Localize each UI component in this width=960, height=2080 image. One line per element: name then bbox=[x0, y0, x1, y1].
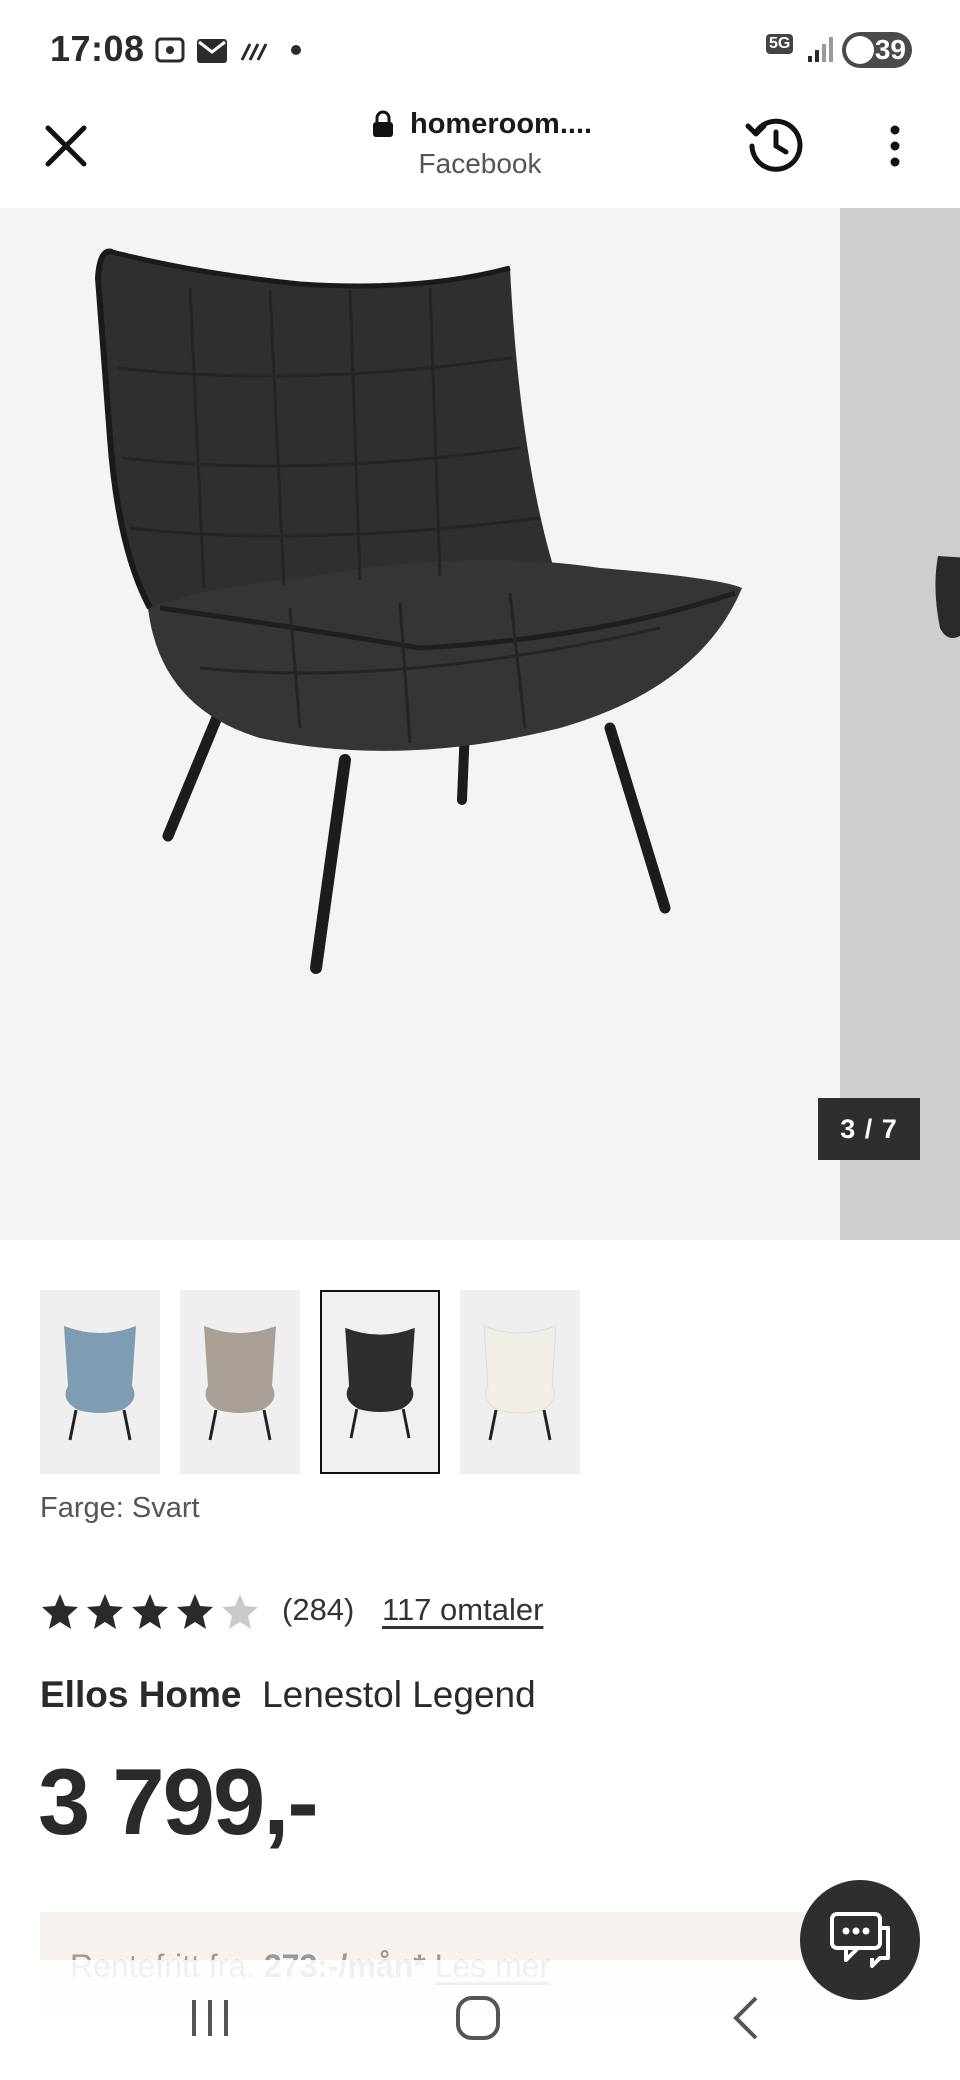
star-icon bbox=[87, 1594, 123, 1629]
product-image bbox=[94, 248, 742, 974]
close-icon[interactable] bbox=[38, 118, 94, 174]
product-name: Lenestol Legend bbox=[262, 1674, 536, 1715]
url-host[interactable]: homeroom.... bbox=[410, 108, 650, 141]
home-icon[interactable] bbox=[454, 1994, 502, 2042]
battery-level: 39 bbox=[874, 34, 906, 65]
thumbnail-color-black[interactable] bbox=[320, 1290, 440, 1474]
star-icon bbox=[42, 1594, 78, 1629]
lock-icon bbox=[373, 110, 393, 137]
reviews-link[interactable]: 117 omtaler bbox=[382, 1592, 543, 1628]
thumbnail-color-blue[interactable] bbox=[40, 1290, 160, 1474]
image-counter: 3 / 7 bbox=[818, 1098, 920, 1160]
thumbnail-color-beige[interactable] bbox=[180, 1290, 300, 1474]
screenshot-icon bbox=[155, 37, 185, 63]
signal-bars-icon bbox=[808, 37, 833, 62]
more-vert-icon[interactable] bbox=[880, 118, 910, 174]
thumbnail-image bbox=[204, 1326, 276, 1441]
star-icon bbox=[132, 1594, 168, 1629]
status-time: 17:08 bbox=[50, 28, 145, 69]
recents-icon[interactable] bbox=[188, 1994, 232, 2042]
star-icon bbox=[177, 1594, 213, 1629]
5g-icon: 5G bbox=[766, 34, 794, 54]
star-half-icon bbox=[222, 1594, 258, 1629]
thumbnail-image bbox=[483, 1325, 557, 1441]
signal-strikes-icon bbox=[240, 43, 268, 61]
back-icon[interactable] bbox=[728, 1994, 764, 2042]
thumbnail-color-white[interactable] bbox=[460, 1290, 580, 1474]
product-title: Ellos Home Lenestol Legend bbox=[40, 1674, 536, 1716]
rating-stars bbox=[42, 1594, 258, 1629]
chat-bubbles-icon bbox=[830, 1912, 890, 1968]
thumbnail-image bbox=[345, 1327, 415, 1439]
rating-count: (284) bbox=[282, 1592, 355, 1627]
next-product-image-peek[interactable] bbox=[840, 208, 960, 1240]
thumbnail-image bbox=[64, 1326, 136, 1441]
mail-icon bbox=[197, 39, 227, 63]
product-brand: Ellos Home bbox=[40, 1674, 242, 1715]
next-image-preview bbox=[935, 556, 960, 638]
chat-button[interactable] bbox=[800, 1880, 920, 2000]
dot-icon bbox=[291, 45, 301, 55]
url-subtitle: Facebook bbox=[418, 148, 542, 179]
color-label: Farge: Svart bbox=[40, 1492, 200, 1524]
history-icon[interactable] bbox=[742, 112, 806, 176]
product-image-gallery[interactable] bbox=[0, 208, 840, 1240]
battery-leaf-icon bbox=[846, 36, 874, 64]
product-price: 3 799,- bbox=[38, 1749, 319, 1854]
